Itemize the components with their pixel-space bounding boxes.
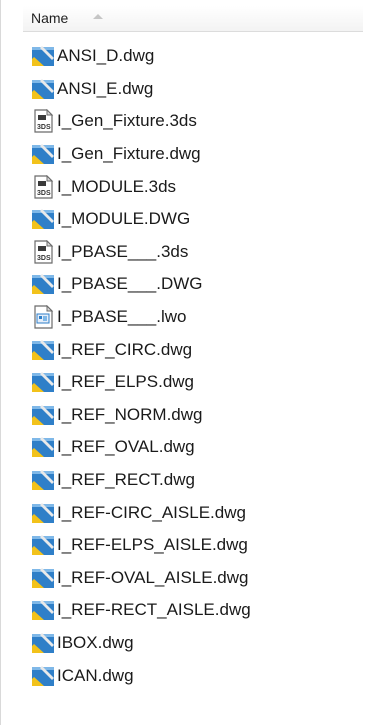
file-row[interactable]: ICAN.dwg — [31, 659, 251, 692]
file-name: I_PBASE___.lwo — [57, 307, 187, 327]
dwg-file-icon — [31, 370, 55, 394]
file-row[interactable]: 3DS I_MODULE.3ds — [31, 170, 251, 203]
file-row[interactable]: I_PBASE___.DWG — [31, 268, 251, 301]
lwo-file-icon — [31, 304, 55, 329]
svg-text:3DS: 3DS — [37, 255, 51, 262]
file-name: I_REF-RECT_AISLE.dwg — [57, 600, 251, 620]
file-row[interactable]: ANSI_D.dwg — [31, 40, 251, 73]
dwg-file-icon — [31, 631, 55, 655]
file-row[interactable]: I_REF-OVAL_AISLE.dwg — [31, 562, 251, 595]
3ds-file-icon: 3DS — [31, 174, 55, 199]
file-name: ICAN.dwg — [57, 665, 134, 685]
file-name: I_MODULE.DWG — [57, 209, 191, 229]
dwg-file-icon — [31, 77, 55, 101]
dwg-file-icon — [31, 598, 55, 622]
name-column-header[interactable]: Name — [23, 6, 363, 32]
file-name: I_PBASE___.3ds — [57, 241, 189, 261]
file-row[interactable]: ANSI_E.dwg — [31, 73, 251, 106]
file-row[interactable]: I_REF_CIRC.dwg — [31, 333, 251, 366]
3ds-file-icon: 3DS — [31, 109, 55, 134]
file-name: I_REF_NORM.dwg — [57, 404, 203, 424]
dwg-file-icon — [31, 403, 55, 427]
3ds-file-icon: 3DS — [31, 239, 55, 264]
file-name: ANSI_D.dwg — [57, 46, 155, 66]
file-row[interactable]: 3DS I_Gen_Fixture.3ds — [31, 105, 251, 138]
sort-ascending-icon — [93, 14, 103, 19]
file-name: I_MODULE.3ds — [57, 176, 177, 196]
svg-text:3DS: 3DS — [37, 190, 51, 197]
file-name: I_Gen_Fixture.dwg — [57, 144, 201, 164]
dwg-file-icon — [31, 566, 55, 590]
file-row[interactable]: I_REF-RECT_AISLE.dwg — [31, 594, 251, 627]
file-name: I_REF-CIRC_AISLE.dwg — [57, 502, 246, 522]
file-row[interactable]: I_REF_ELPS.dwg — [31, 366, 251, 399]
svg-text:3DS: 3DS — [37, 124, 51, 131]
file-row[interactable]: I_REF_NORM.dwg — [31, 399, 251, 432]
file-row[interactable]: I_PBASE___.lwo — [31, 301, 251, 334]
dwg-file-icon — [31, 468, 55, 492]
file-row[interactable]: I_Gen_Fixture.dwg — [31, 138, 251, 171]
file-row[interactable]: I_REF-ELPS_AISLE.dwg — [31, 529, 251, 562]
dwg-file-icon — [31, 664, 55, 688]
dwg-file-icon — [31, 501, 55, 525]
file-name: I_REF_CIRC.dwg — [57, 339, 193, 359]
file-name: ANSI_E.dwg — [57, 78, 154, 98]
dwg-file-icon — [31, 44, 55, 68]
file-name: IBOX.dwg — [57, 632, 134, 652]
column-header-label: Name — [31, 10, 69, 26]
file-row[interactable]: I_MODULE.DWG — [31, 203, 251, 236]
file-row[interactable]: I_REF_OVAL.dwg — [31, 431, 251, 464]
dwg-file-icon — [31, 533, 55, 557]
file-row[interactable]: I_REF-CIRC_AISLE.dwg — [31, 496, 251, 529]
file-row[interactable]: 3DS I_PBASE___.3ds — [31, 236, 251, 269]
file-name: I_REF-ELPS_AISLE.dwg — [57, 535, 248, 555]
file-name: I_REF_OVAL.dwg — [57, 437, 195, 457]
file-list: ANSI_D.dwg ANSI_E.dwg 3DS I_Gen_Fixture.3ds… — [31, 40, 251, 692]
dwg-file-icon — [31, 435, 55, 459]
dwg-file-icon — [31, 207, 55, 231]
dwg-file-icon — [31, 338, 55, 362]
file-name: I_PBASE___.DWG — [57, 274, 203, 294]
file-row[interactable]: I_REF_RECT.dwg — [31, 464, 251, 497]
file-name: I_Gen_Fixture.3ds — [57, 111, 197, 131]
file-name: I_REF_ELPS.dwg — [57, 372, 195, 392]
file-name: I_REF-OVAL_AISLE.dwg — [57, 567, 249, 587]
dwg-file-icon — [31, 272, 55, 296]
file-name: I_REF_RECT.dwg — [57, 470, 195, 490]
file-row[interactable]: IBOX.dwg — [31, 627, 251, 660]
dwg-file-icon — [31, 142, 55, 166]
file-list-pane: Name ANSI_D.dwg ANSI_E.dwg 3DS I_Gen_Fixtur… — [0, 0, 371, 725]
